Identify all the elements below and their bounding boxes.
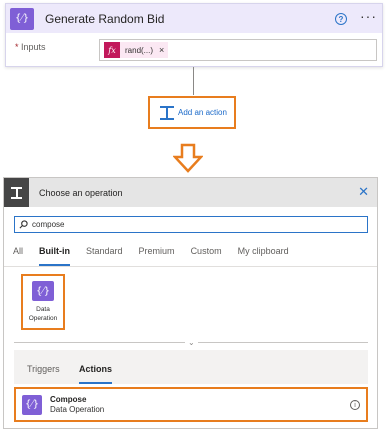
expression-fx-icon: fx (104, 42, 120, 58)
search-icon (19, 220, 28, 229)
required-star: * (15, 42, 19, 52)
connector-tile-label: Data Operation (29, 305, 58, 323)
tab-my-clipboard[interactable]: My clipboard (238, 246, 289, 266)
data-operation-icon: {⁄} (22, 394, 42, 415)
choose-operation-panel: Choose an operation ✕ compose All Built-… (3, 177, 378, 429)
result-connector-name: Data Operation (50, 404, 105, 414)
choose-operation-icon (4, 178, 29, 207)
down-arrow-icon (173, 143, 203, 173)
connector-tile-data-operation[interactable]: {⁄} Data Operation (21, 274, 65, 330)
tab-custom[interactable]: Custom (191, 246, 222, 266)
inputs-row: * Inputs fx rand(...) × (6, 38, 382, 61)
choose-operation-title: Choose an operation (39, 187, 123, 198)
remove-token-icon[interactable]: × (159, 45, 164, 55)
connector-tile-label-line1: Data (36, 306, 50, 313)
chevron-down-icon[interactable]: ⌄ (185, 338, 198, 347)
tab-actions[interactable]: Actions (79, 364, 113, 384)
flow-connector-line (193, 67, 194, 95)
add-an-action-label: Add an action (178, 108, 227, 117)
result-text: Compose Data Operation (50, 395, 104, 415)
expression-token[interactable]: fx rand(...) × (104, 42, 169, 58)
choose-operation-header: Choose an operation ✕ (4, 178, 377, 207)
action-card-generate-random-bid[interactable]: {⁄} Generate Random Bid ? ··· * Inputs f… (5, 3, 383, 67)
info-icon[interactable]: i (350, 400, 360, 410)
inputs-field[interactable]: fx rand(...) × (99, 39, 377, 61)
close-icon[interactable]: ✕ (358, 184, 369, 200)
tab-premium[interactable]: Premium (139, 246, 175, 266)
expression-token-text: rand(...) (125, 45, 154, 55)
tabs-divider (4, 266, 377, 267)
search-input-value: compose (32, 220, 65, 229)
tab-standard[interactable]: Standard (86, 246, 123, 266)
action-card-header[interactable]: {⁄} Generate Random Bid (6, 4, 382, 33)
connector-tabs: All Built-in Standard Premium Custom My … (13, 246, 305, 266)
more-options-icon[interactable]: ··· (360, 8, 377, 24)
tab-triggers[interactable]: Triggers (27, 364, 60, 384)
action-card-title: Generate Random Bid (45, 11, 165, 26)
result-compose[interactable]: {⁄} Compose Data Operation i (14, 387, 368, 422)
search-input[interactable]: compose (14, 216, 368, 233)
connector-tile-label-line2: Operation (28, 315, 58, 322)
data-operation-icon: {⁄} (32, 281, 54, 301)
help-icon[interactable]: ? (335, 13, 347, 25)
data-operation-icon: {⁄} (10, 7, 34, 30)
inputs-label-text: Inputs (21, 42, 46, 52)
inputs-label: * Inputs (15, 42, 46, 52)
add-action-icon (160, 105, 174, 120)
result-action-name: Compose (50, 394, 87, 404)
add-an-action-button[interactable]: Add an action (148, 96, 236, 129)
tab-built-in[interactable]: Built-in (39, 246, 71, 266)
action-type-tabs: Triggers Actions (14, 350, 368, 384)
tab-all[interactable]: All (13, 246, 23, 266)
